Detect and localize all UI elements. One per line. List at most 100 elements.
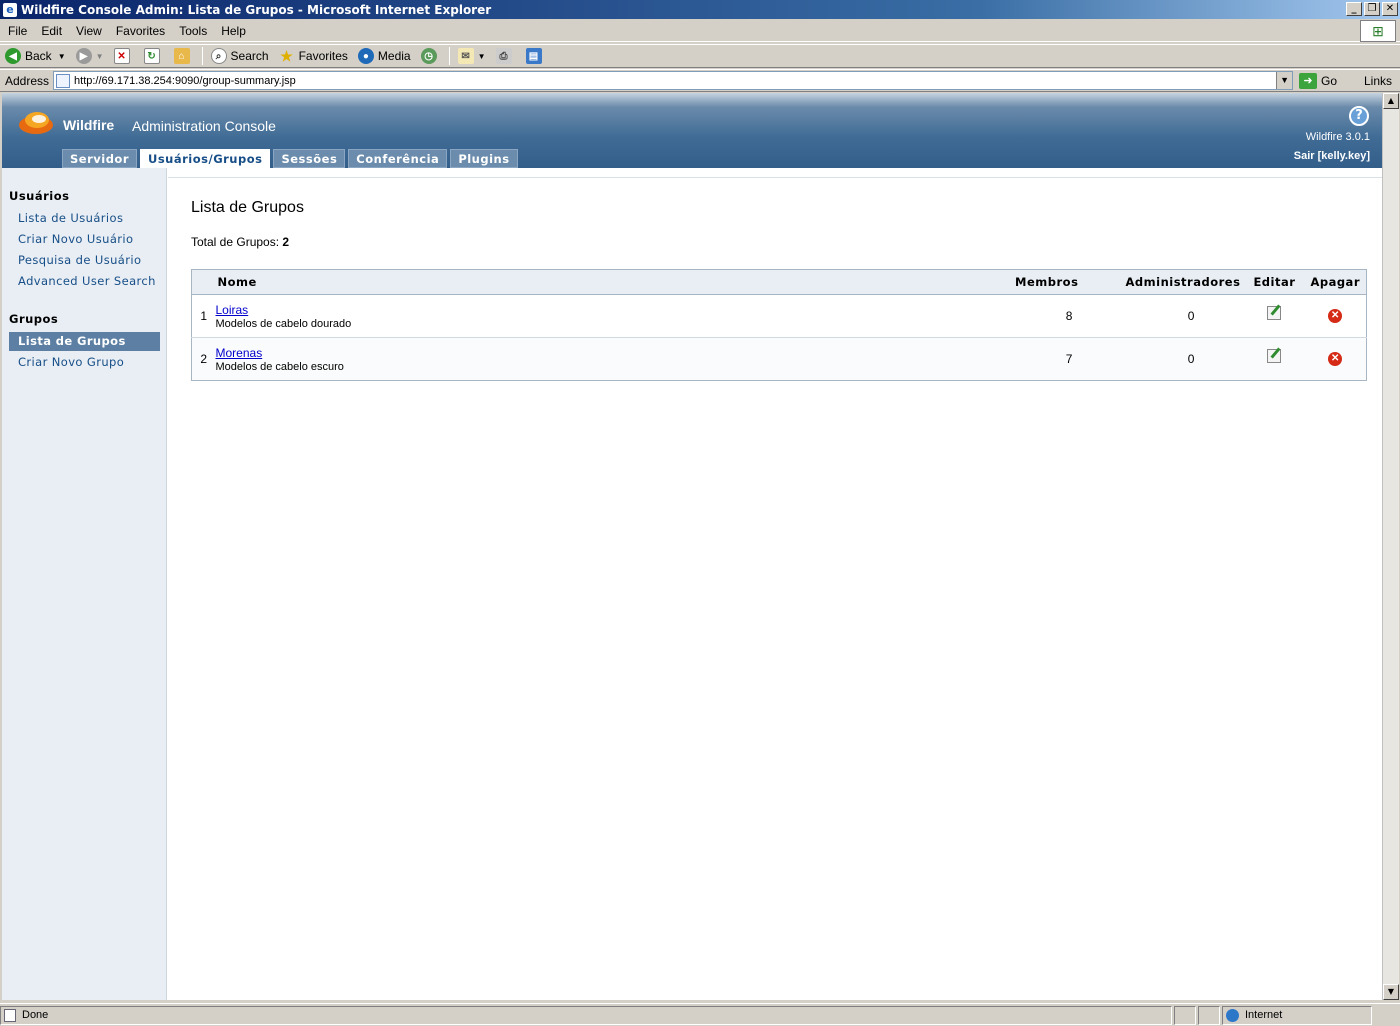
table-header-row: Nome Membros Administradores Editar Apag… <box>191 269 1367 295</box>
status-text: Done <box>22 1009 49 1021</box>
groups-table: Nome Membros Administradores Editar Apag… <box>191 269 1367 381</box>
console-title: Administration Console <box>132 118 276 134</box>
scroll-up-icon[interactable]: ▲ <box>1383 93 1399 109</box>
tab-plugins[interactable]: Plugins <box>450 149 518 168</box>
group-link-morenas[interactable]: Morenas <box>216 346 263 360</box>
history-icon: ◷ <box>420 48 437 64</box>
home-icon: ⌂ <box>173 48 190 64</box>
back-dropdown-icon[interactable]: ▼ <box>58 52 66 61</box>
sidebar-item-lista-grupos[interactable]: Lista de Grupos <box>9 332 160 351</box>
media-button[interactable]: ● Media <box>353 45 416 67</box>
links-button[interactable]: Links <box>1364 74 1392 88</box>
menu-view[interactable]: View <box>68 24 108 38</box>
version-label: Wildfire 3.0.1 <box>1305 131 1370 143</box>
brand-name: Wildfire <box>63 117 115 133</box>
address-dropdown-icon[interactable]: ▼ <box>1276 72 1293 89</box>
address-bar: Address http://69.171.38.254:9090/group-… <box>0 69 1400 92</box>
sidebar-item-criar-usuario[interactable]: Criar Novo Usuário <box>9 230 160 249</box>
mail-dropdown-icon[interactable]: ▼ <box>478 52 486 61</box>
edit-cell <box>1244 337 1305 381</box>
media-label: Media <box>377 49 411 63</box>
status-cell <box>1174 1005 1196 1025</box>
sidebar-item-lista-usuarios[interactable]: Lista de Usuários <box>9 209 160 228</box>
back-label: Back <box>25 49 52 63</box>
main-tabs: Servidor Usuários/Grupos Sessões Conferê… <box>62 149 518 169</box>
globe-icon <box>1226 1008 1239 1022</box>
toolbar-separator <box>201 47 203 65</box>
total-groups: Total de Grupos: 2 <box>191 235 289 249</box>
group-description: Modelos de cabelo escuro <box>215 360 344 373</box>
forward-dropdown-icon[interactable]: ▼ <box>96 52 104 61</box>
edit-page-icon: ▤ <box>525 48 542 64</box>
refresh-button[interactable]: ↻ <box>139 45 169 67</box>
tab-usuarios-grupos[interactable]: Usuários/Grupos <box>140 149 271 169</box>
menu-file[interactable]: File <box>0 24 33 38</box>
sidebar-item-criar-grupo[interactable]: Criar Novo Grupo <box>9 353 160 372</box>
forward-arrow-icon: ▶ <box>75 48 92 64</box>
window-title: Wildfire Console Admin: Lista de Grupos … <box>21 2 492 17</box>
favorites-label: Favorites <box>298 49 348 63</box>
history-button[interactable]: ◷ <box>416 45 446 67</box>
forward-button[interactable]: ▶ ▼ <box>71 45 109 67</box>
col-members: Membros <box>974 269 1085 295</box>
menu-favorites[interactable]: Favorites <box>108 24 171 38</box>
close-button[interactable]: ✕ <box>1382 2 1398 16</box>
sidebar-item-pesquisa-usuario[interactable]: Pesquisa de Usuário <box>9 251 160 270</box>
menu-help[interactable]: Help <box>213 24 252 38</box>
minimize-button[interactable]: _ <box>1346 2 1362 16</box>
menu-tools[interactable]: Tools <box>171 24 213 38</box>
search-label: Search <box>230 49 269 63</box>
delete-cell: ✕ <box>1304 337 1367 381</box>
edit-icon[interactable] <box>1267 305 1282 320</box>
group-members: 8 <box>974 294 1085 338</box>
zone-label: Internet <box>1245 1009 1283 1021</box>
help-icon[interactable]: ? <box>1349 106 1369 126</box>
security-zone: Internet <box>1222 1005 1372 1025</box>
page-status-icon <box>4 1008 16 1022</box>
sidebar-item-advanced-search[interactable]: Advanced User Search <box>9 272 160 291</box>
maximize-button[interactable]: ❐ <box>1364 2 1380 16</box>
back-button[interactable]: ◀ Back ▼ <box>0 45 71 67</box>
page-title: Lista de Grupos <box>191 199 304 216</box>
scroll-down-icon[interactable]: ▼ <box>1383 984 1399 1000</box>
media-icon: ● <box>357 48 374 64</box>
edit-icon[interactable] <box>1267 348 1282 363</box>
menu-edit[interactable]: Edit <box>33 24 68 38</box>
tab-conferencia[interactable]: Conferência <box>348 149 448 168</box>
status-cell <box>1198 1005 1220 1025</box>
vertical-scrollbar[interactable]: ▲ ▼ <box>1382 93 1399 1000</box>
group-link-loiras[interactable]: Loiras <box>216 303 249 317</box>
group-admins: 0 <box>1084 294 1245 338</box>
edit-page-button[interactable]: ▤ <box>521 45 551 67</box>
logout-link[interactable]: Sair [kelly.key] <box>1294 150 1370 162</box>
edit-cell <box>1244 294 1305 338</box>
tab-servidor[interactable]: Servidor <box>62 149 137 168</box>
search-button[interactable]: ⌕ Search <box>206 45 274 67</box>
toolbar-separator <box>448 47 450 65</box>
refresh-icon: ↻ <box>143 48 160 64</box>
print-button[interactable]: ⎙ <box>491 45 521 67</box>
favorites-button[interactable]: ★ Favorites <box>274 45 353 67</box>
app-header: Wildfire Administration Console ? Wildfi… <box>2 93 1382 169</box>
delete-icon[interactable]: ✕ <box>1328 309 1343 323</box>
menu-bar: File Edit View Favorites Tools Help ⊞ <box>0 20 1400 42</box>
main-content: Lista de Grupos Total de Grupos: 2 Nome … <box>168 177 1382 1000</box>
sidebar-section-grupos: Grupos <box>9 312 59 326</box>
windows-logo-icon: ⊞ <box>1360 20 1396 42</box>
go-button[interactable]: ➜ Go <box>1299 72 1338 89</box>
table-row: 1 Loiras Modelos de cabelo dourado 8 0 ✕ <box>191 294 1367 338</box>
address-input[interactable]: http://69.171.38.254:9090/group-summary.… <box>53 71 1294 90</box>
stop-button[interactable]: ✕ <box>109 45 139 67</box>
window-titlebar: e Wildfire Console Admin: Lista de Grupo… <box>0 0 1400 19</box>
delete-icon[interactable]: ✕ <box>1328 352 1343 366</box>
col-admins: Administradores <box>1084 269 1245 295</box>
group-description: Modelos de cabelo dourado <box>215 317 352 330</box>
mail-icon: ✉ <box>457 48 474 64</box>
home-button[interactable]: ⌂ <box>169 45 199 67</box>
col-index <box>191 269 212 295</box>
go-arrow-icon: ➜ <box>1299 72 1318 89</box>
status-bar: Done Internet <box>0 1003 1400 1026</box>
go-label: Go <box>1321 73 1338 88</box>
tab-sessoes[interactable]: Sessões <box>273 149 346 168</box>
mail-button[interactable]: ✉ ▼ <box>453 45 491 67</box>
